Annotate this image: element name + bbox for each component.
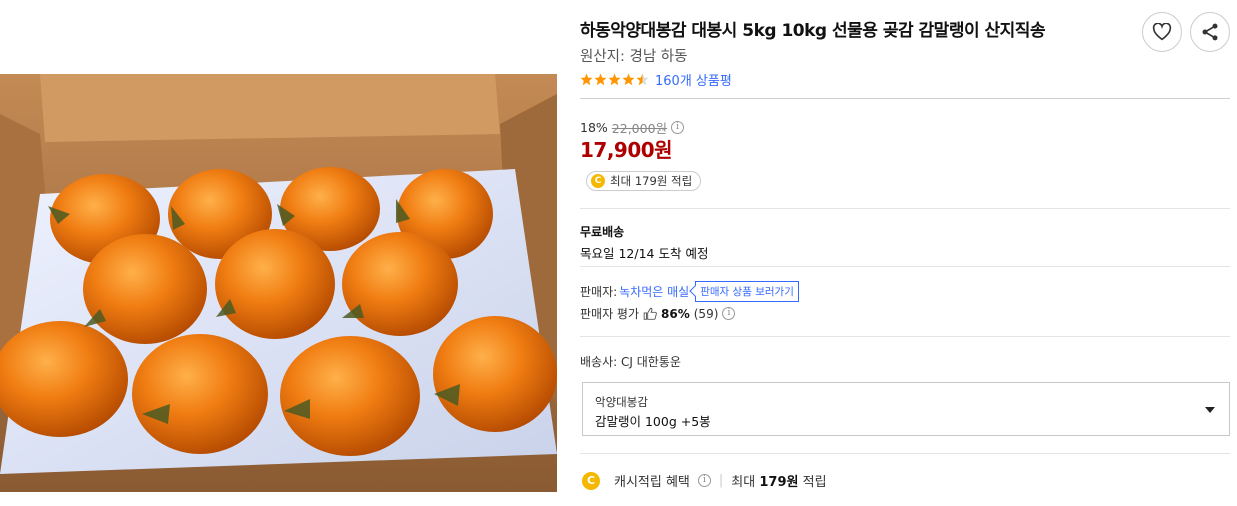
thumbs-up-icon xyxy=(643,307,657,320)
info-icon[interactable]: i xyxy=(697,474,711,487)
cash-benefit-row: C 캐시적립 혜택 i | 최대 179원 적립 xyxy=(582,471,827,490)
product-image[interactable] xyxy=(0,74,557,492)
cash-benefit-text: 최대 179원 적립 xyxy=(731,475,827,490)
option-select[interactable]: 악양대봉감 감말랭이 100g +5봉 xyxy=(582,382,1230,436)
coin-icon: C xyxy=(591,174,605,188)
arrival-date: 목요일 12/14 도착 예정 xyxy=(580,246,709,261)
chevron-down-icon xyxy=(1205,407,1215,413)
star-rating xyxy=(580,73,649,86)
star-icon xyxy=(580,73,593,86)
option-select-label: 악양대봉감 xyxy=(595,395,648,409)
discount-rate: 18% xyxy=(580,120,608,135)
divider xyxy=(580,266,1230,267)
star-icon xyxy=(608,73,621,86)
share-button[interactable] xyxy=(1190,12,1230,52)
seller-row: 판매자: 녹차먹은 매실 판매자 상품 보러가기 xyxy=(580,281,799,302)
seller-label: 판매자: xyxy=(580,285,618,299)
seller-rating-label: 판매자 평가 xyxy=(580,307,640,321)
rating-row: 160개 상품평 xyxy=(580,70,732,89)
product-title: 하동악양대봉감 대봉시 5kg 10kg 선물용 곶감 감말랭이 산지직송 xyxy=(580,21,1046,41)
seller-rating-row: 판매자 평가 86% (59) i xyxy=(580,305,736,322)
share-icon xyxy=(1202,23,1218,41)
product-info-panel: 하동악양대봉감 대봉시 5kg 10kg 선물용 곶감 감말랭이 산지직송 원산… xyxy=(580,0,1230,506)
divider xyxy=(580,208,1230,209)
divider xyxy=(580,336,1230,337)
persimmon-box-photo xyxy=(0,74,557,492)
view-seller-products-button[interactable]: 판매자 상품 보러가기 xyxy=(695,281,799,302)
heart-icon xyxy=(1152,23,1172,41)
star-icon xyxy=(594,73,607,86)
cash-badge-text: 최대 179원 적립 xyxy=(610,174,693,188)
star-icon xyxy=(622,73,635,86)
divider xyxy=(580,453,1230,454)
seller-rating-count: (59) xyxy=(693,306,719,321)
seller-name-link[interactable]: 녹차먹은 매실 xyxy=(619,283,689,300)
coin-icon: C xyxy=(582,471,600,490)
seller-rating-percent: 86% xyxy=(661,306,690,321)
info-icon[interactable]: i xyxy=(671,121,685,134)
info-icon[interactable]: i xyxy=(722,307,736,320)
divider xyxy=(580,98,1230,99)
cash-badge: C 최대 179원 적립 xyxy=(586,171,702,191)
cash-benefit-label: 캐시적립 혜택 xyxy=(614,475,690,490)
option-select-value: 감말랭이 100g +5봉 xyxy=(595,414,711,429)
review-count-link[interactable]: 160개 상품평 xyxy=(655,70,732,89)
carrier-label: 배송사: CJ 대한통운 xyxy=(580,355,681,369)
favorite-button[interactable] xyxy=(1142,12,1182,52)
sale-price: 17,900원 xyxy=(580,138,673,162)
star-icon xyxy=(636,73,649,86)
origin-label: 원산지: 경남 하동 xyxy=(580,49,688,65)
shipping-title: 무료배송 xyxy=(580,225,625,239)
separator: | xyxy=(718,473,724,488)
